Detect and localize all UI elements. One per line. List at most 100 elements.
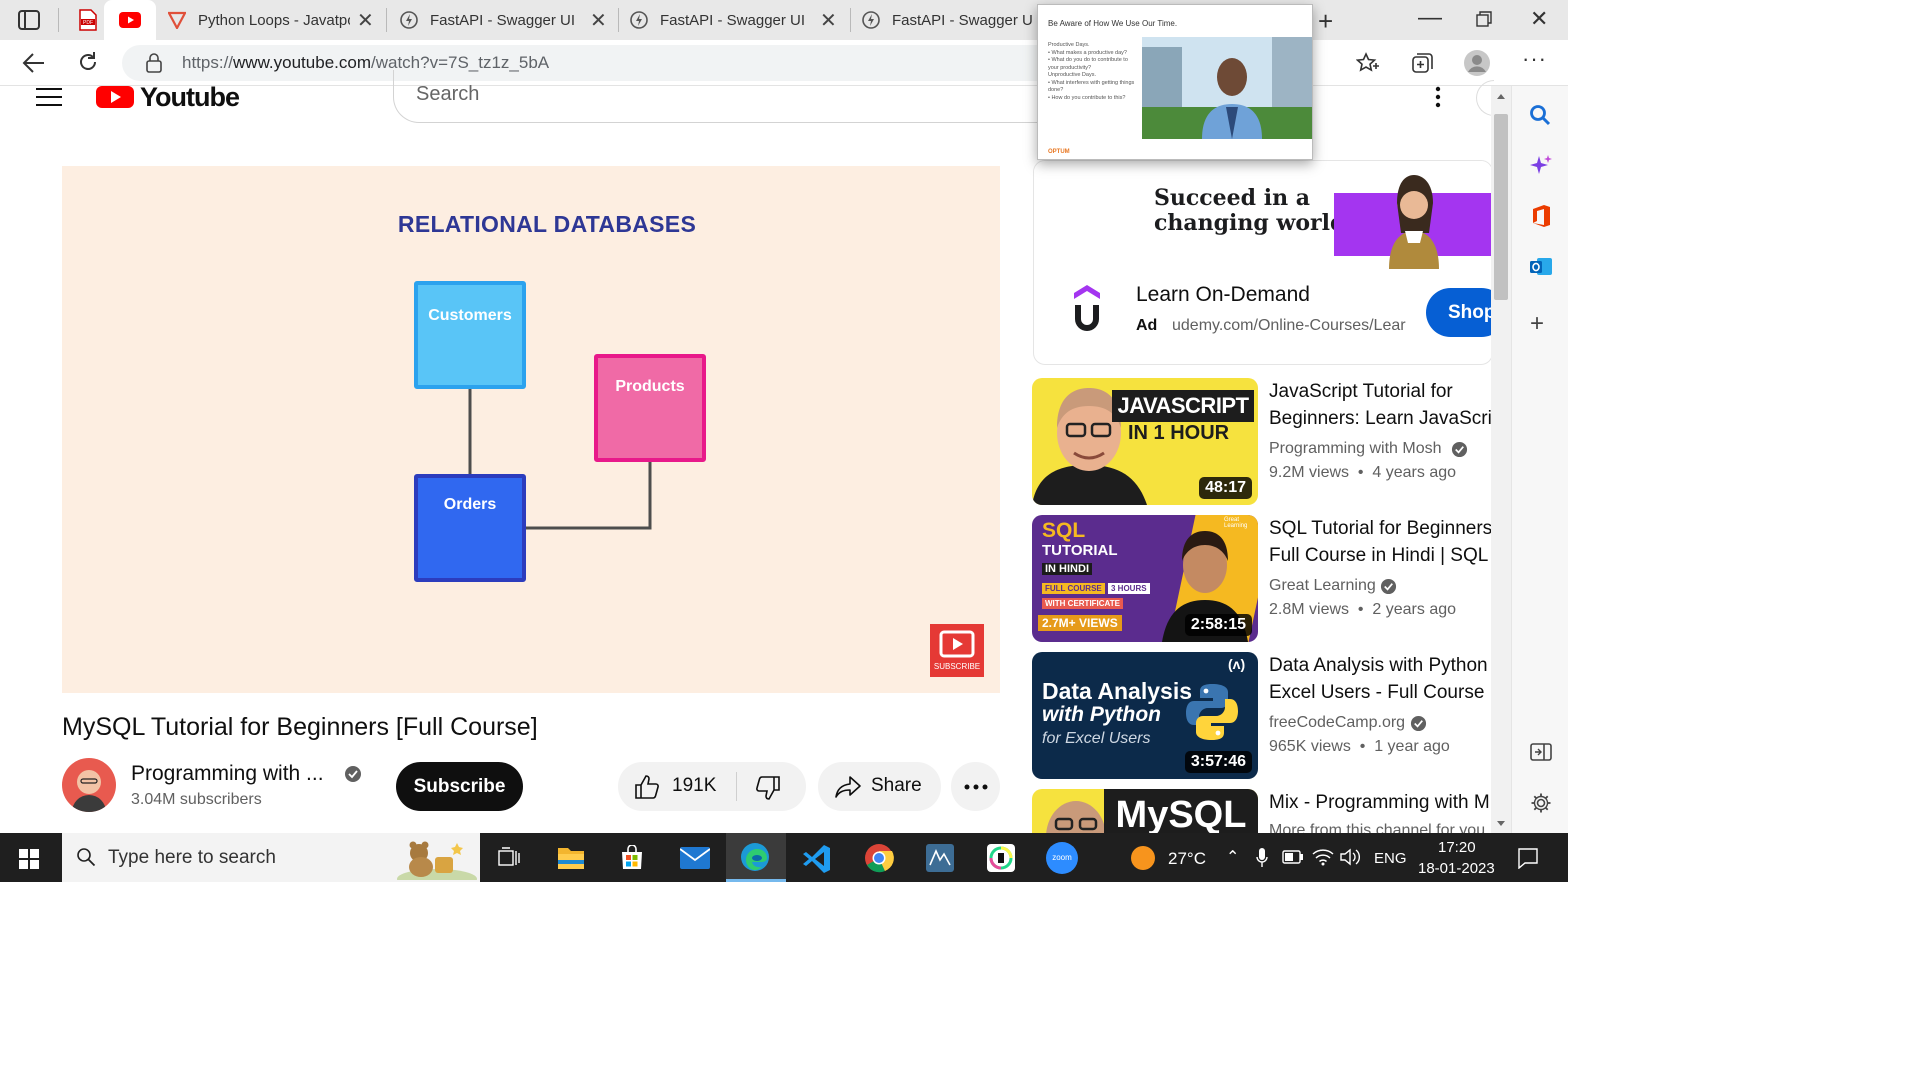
tab-fastapi-3[interactable]: FastAPI - Swagger UI <box>854 0 1034 40</box>
outlook-icon[interactable] <box>1529 256 1553 278</box>
thumbnail-tag: 3 HOURS <box>1108 583 1150 594</box>
tab-hover-preview: Be Aware of How We Use Our Time. Product… <box>1037 4 1313 160</box>
collections-icon[interactable] <box>1410 52 1434 74</box>
ad-banner[interactable]: Succeed in a changing world <box>1034 161 1492 271</box>
tab-python-loops[interactable]: Python Loops - Javatpo ✕ <box>160 0 388 40</box>
restore-button[interactable] <box>1476 11 1492 27</box>
tab-actions-icon[interactable] <box>18 10 40 30</box>
recommendation-channel[interactable]: Programming with Mosh <box>1269 440 1442 458</box>
ad-cta-button[interactable]: Shop <box>1426 288 1492 337</box>
weather-temperature[interactable]: 27°C <box>1168 849 1206 869</box>
recommendation-thumbnail[interactable]: JAVASCRIPT IN 1 HOUR 48:17 <box>1032 378 1258 505</box>
minimize-button[interactable]: — <box>1418 4 1442 32</box>
recommendation-title[interactable]: JavaScript Tutorial for <box>1269 378 1491 405</box>
settings-more-icon[interactable]: ··· <box>1522 46 1547 72</box>
recommendation-title[interactable]: SQL Tutorial for Beginners <box>1269 515 1491 542</box>
hide-sidebar-icon[interactable] <box>1530 742 1552 762</box>
ad-card[interactable]: Succeed in a changing world Learn On-Dem… <box>1033 160 1493 365</box>
orders-label: Orders <box>443 496 497 513</box>
microphone-icon[interactable] <box>1255 847 1269 869</box>
pycharm-icon[interactable] <box>986 843 1016 873</box>
recommendation-thumbnail[interactable]: SQL TUTORIAL IN HINDI FULL COURSE 3 HOUR… <box>1032 515 1258 642</box>
task-view-icon[interactable] <box>498 847 520 869</box>
like-count: 191K <box>672 775 717 796</box>
taskbar-search-input[interactable]: Type here to search <box>62 833 480 882</box>
tab-youtube[interactable] <box>104 0 156 40</box>
more-actions-button[interactable] <box>951 762 1000 811</box>
mail-icon[interactable] <box>680 847 710 869</box>
edge-taskbar-button[interactable] <box>726 833 786 882</box>
recommendation-title[interactable]: Beginners: Learn JavaScri <box>1269 405 1491 432</box>
back-button[interactable] <box>22 52 46 74</box>
lock-icon <box>146 53 162 73</box>
youtube-logo-text[interactable]: Youtube <box>140 82 240 113</box>
close-window-button[interactable]: ✕ <box>1530 6 1548 32</box>
new-tab-button[interactable]: + <box>1318 6 1333 37</box>
page-scrollbar[interactable] <box>1491 86 1511 833</box>
recommendation-channel[interactable]: Great Learning <box>1269 577 1376 595</box>
show-hidden-icons-chevron[interactable]: ⌃ <box>1226 847 1239 867</box>
tab-fastapi-2[interactable]: FastAPI - Swagger UI ✕ <box>622 0 850 40</box>
youtube-logo-icon[interactable] <box>96 86 136 112</box>
thumbs-up-icon <box>635 775 659 799</box>
close-tab-icon[interactable]: ✕ <box>820 8 837 33</box>
recommendation-thumbnail[interactable]: Data Analysis with Python for Excel User… <box>1032 652 1258 779</box>
guide-menu-icon[interactable] <box>36 88 62 106</box>
tab-fastapi-1[interactable]: FastAPI - Swagger UI ✕ <box>390 0 618 40</box>
notifications-icon[interactable] <box>1517 847 1539 869</box>
verified-icon <box>1410 715 1427 732</box>
wifi-icon[interactable] <box>1312 848 1334 866</box>
recommendation-meta: 9.2M views • 4 years ago <box>1269 464 1457 481</box>
customers-box: Customers <box>414 281 526 389</box>
recommendation-title[interactable]: Mix - Programming with M <box>1269 789 1491 816</box>
gear-icon[interactable] <box>1530 792 1552 814</box>
ad-domain[interactable]: udemy.com/Online-Courses/Lear <box>1172 317 1406 335</box>
battery-icon[interactable] <box>1282 850 1304 864</box>
video-player[interactable]: RELATIONAL DATABASES Customers Products … <box>62 166 1000 693</box>
scroll-down-icon[interactable] <box>1496 820 1506 828</box>
channel-avatar[interactable] <box>62 758 116 812</box>
file-explorer-icon[interactable] <box>557 845 585 871</box>
vscode-icon[interactable] <box>802 843 832 873</box>
recommendation-title[interactable]: Data Analysis with Python <box>1269 652 1491 679</box>
volume-icon[interactable] <box>1340 848 1360 866</box>
favorites-icon[interactable] <box>1356 52 1380 74</box>
channel-name[interactable]: Programming with ... <box>131 762 324 786</box>
share-button[interactable]: Share <box>818 762 941 811</box>
add-sidebar-app-icon[interactable]: + <box>1530 310 1544 338</box>
search-icon[interactable] <box>1529 104 1551 126</box>
weather-sun-icon[interactable] <box>1130 845 1156 871</box>
scrollbar-thumb[interactable] <box>1494 114 1508 300</box>
dislike-button[interactable] <box>738 762 804 811</box>
search-input[interactable]: Search <box>393 70 1093 123</box>
zoom-app-icon[interactable]: zoom <box>1046 842 1078 874</box>
ad-label: Ad <box>1136 317 1158 334</box>
scroll-up-icon[interactable] <box>1496 92 1506 100</box>
recommendation-title[interactable]: Excel Users - Full Course <box>1269 679 1491 706</box>
input-language[interactable]: ENG <box>1374 850 1407 867</box>
recommendation-channel[interactable]: More from this channel for you <box>1269 822 1485 833</box>
preview-line: • What interferes with getting things do… <box>1048 79 1135 94</box>
recommendation-thumbnail[interactable]: MySQL <box>1032 789 1258 833</box>
browser-tab-bar: PDF Python Loops - Javatpo ✕ FastAPI - S… <box>0 0 1568 40</box>
recommendation-channel[interactable]: freeCodeCamp.org <box>1269 714 1405 732</box>
more-options-icon[interactable] <box>1434 86 1442 108</box>
close-tab-icon[interactable]: ✕ <box>590 8 607 33</box>
search-icon <box>77 848 96 867</box>
profile-avatar[interactable] <box>1463 49 1491 77</box>
close-tab-icon[interactable]: ✕ <box>357 8 374 33</box>
subscribe-button[interactable]: Subscribe <box>396 762 523 811</box>
copilot-sparkle-icon[interactable] <box>1529 154 1553 178</box>
clock-date[interactable]: 18-01-2023 <box>1418 860 1495 877</box>
products-box: Products <box>594 354 706 462</box>
recommendation-title[interactable]: Full Course in Hindi | SQL f <box>1269 542 1491 569</box>
refresh-button[interactable] <box>77 51 99 73</box>
like-button[interactable]: 191K <box>618 762 736 811</box>
clock-time[interactable]: 17:20 <box>1438 839 1476 856</box>
windows-start-icon[interactable] <box>19 849 39 869</box>
subscribe-watermark[interactable]: SUBSCRIBE <box>930 624 984 677</box>
office-icon[interactable] <box>1530 204 1552 228</box>
mysql-workbench-icon[interactable] <box>925 843 955 873</box>
microsoft-store-icon[interactable] <box>619 845 645 871</box>
chrome-icon[interactable] <box>864 843 894 873</box>
